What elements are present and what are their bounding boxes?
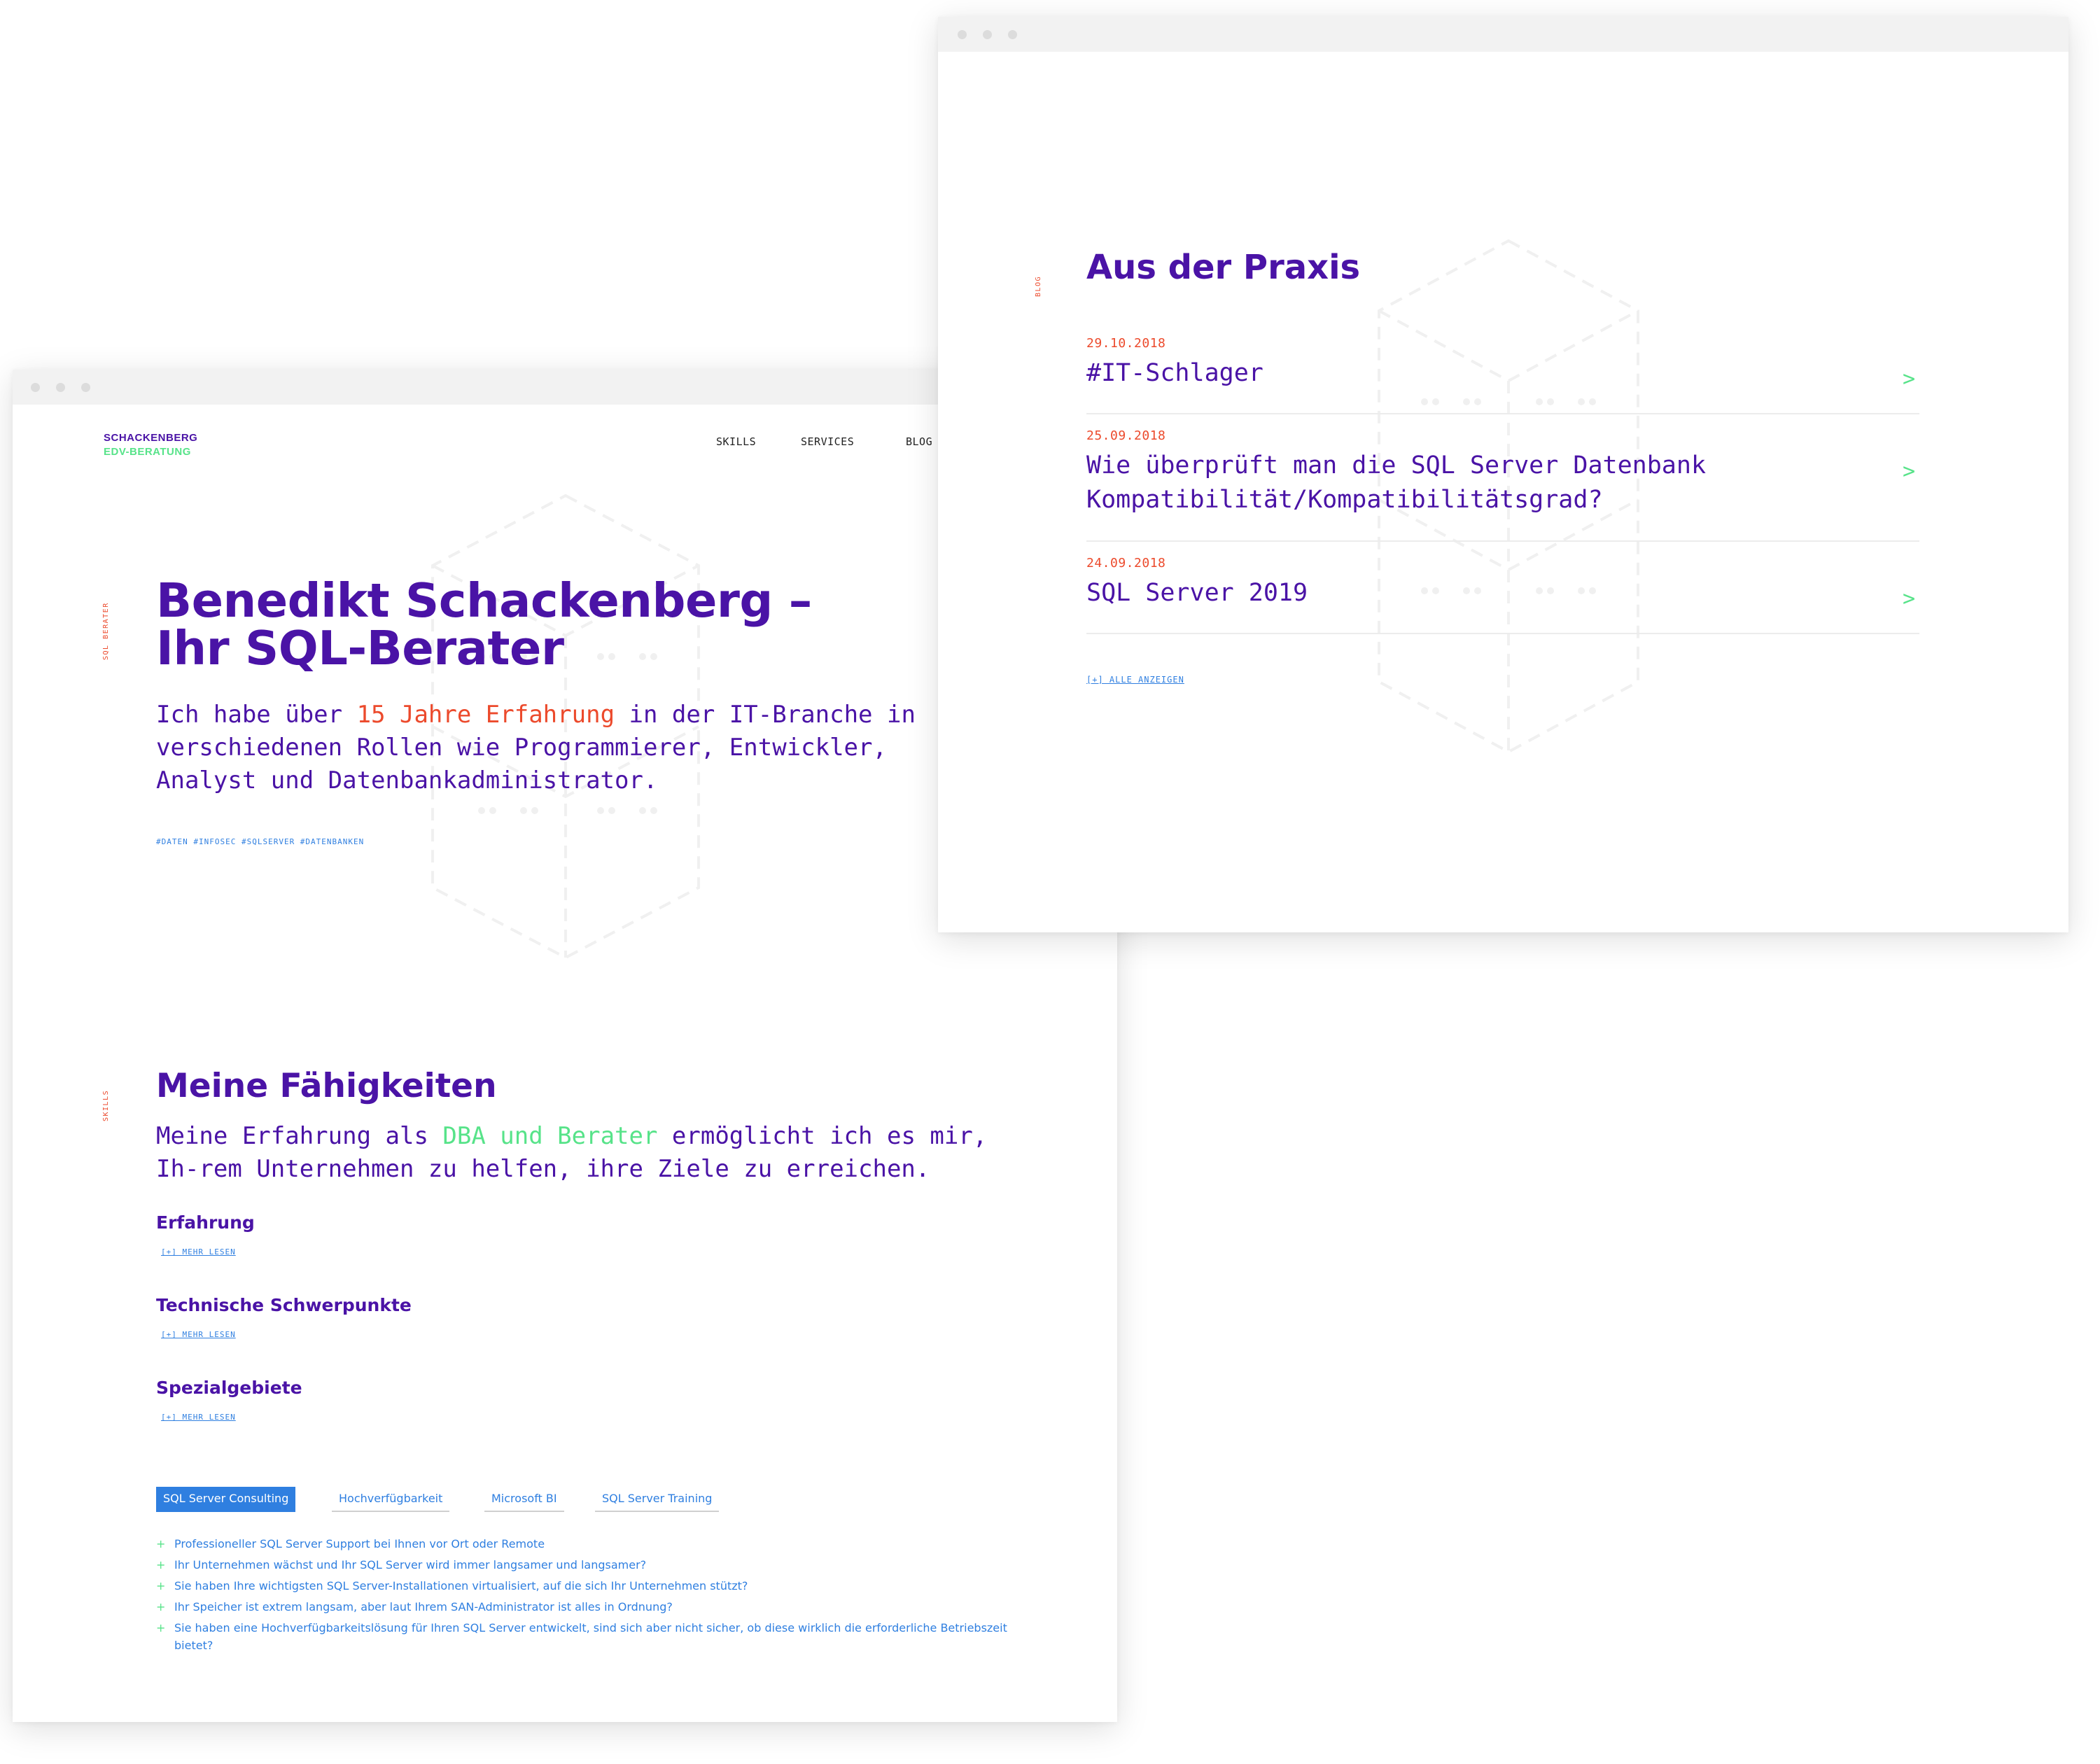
skills-intro-highlight: DBA und Berater [442, 1122, 658, 1150]
list-item: + Sie haben eine Hochverfügbarkeitslösung… [156, 1619, 1010, 1654]
read-more-link[interactable]: [+] MEHR LESEN [161, 1247, 236, 1256]
post-date: 24.09.2018 [1086, 556, 1166, 570]
section-label-blog: BLOG [1035, 275, 1042, 297]
section-label-skills: SKILLS [102, 1089, 110, 1121]
read-more-link[interactable]: [+] MEHR LESEN [161, 1413, 236, 1422]
list-item: + Ihr Speicher ist extrem langsam, aber l… [156, 1598, 1010, 1616]
blog-post[interactable]: 29.10.2018 #IT-Schlager > [1086, 336, 1919, 414]
nav-item-blog[interactable]: BLOG [906, 435, 932, 448]
window-dot [958, 30, 967, 39]
logo-line-1: SCHACKENBERG [104, 432, 198, 444]
skill-title-technische-schwerpunkte: Technische Schwerpunkte [156, 1295, 412, 1315]
plus-icon: + [156, 1579, 166, 1592]
nav-item-services[interactable]: SERVICES [801, 435, 854, 448]
tab-microsoft-bi[interactable]: Microsoft BI [484, 1487, 564, 1512]
read-more-link[interactable]: [+] MEHR LESEN [161, 1330, 236, 1339]
list-item-text: Sie haben Ihre wichtigsten SQL Server-In… [174, 1579, 748, 1592]
blog-post[interactable]: 25.09.2018 Wie überprüft man die SQL Ser… [1086, 428, 1919, 542]
list-item: + Professioneller SQL Server Support bei … [156, 1535, 1010, 1553]
plus-icon: + [156, 1558, 166, 1572]
hero-title-line-1: Benedikt Schackenberg – [156, 573, 812, 628]
post-title: SQL Server 2019 [1086, 579, 1308, 607]
skills-intro-text: Meine Erfahrung als [156, 1122, 443, 1150]
skills-intro: Meine Erfahrung als DBA und Berater ermö… [156, 1120, 996, 1186]
post-date: 25.09.2018 [1086, 428, 1166, 443]
chevron-right-icon: > [1902, 587, 1915, 611]
list-item-text: Sie haben eine Hochverfügbarkeitslösung … [174, 1621, 1007, 1652]
tab-hochverfuegbarkeit[interactable]: Hochverfügbarkeit [332, 1487, 450, 1512]
nav-item-skills[interactable]: SKILLS [716, 435, 756, 448]
hero-intro-text: Ich habe über [156, 701, 357, 729]
hero-intro: Ich habe über 15 Jahre Erfahrung in der … [156, 699, 982, 797]
window-dot [1008, 30, 1017, 39]
post-title: Wie überprüft man die SQL Server Datenba… [1086, 451, 1707, 514]
list-item: + Sie haben Ihre wichtigsten SQL Server-I… [156, 1577, 1010, 1595]
logo-line-2: EDV-BERATUNG [104, 446, 191, 458]
list-item-text: Ihr Unternehmen wächst und Ihr SQL Serve… [174, 1558, 647, 1572]
hero-title: Benedikt Schackenberg – Ihr SQL-Berater [156, 577, 926, 672]
hero-title-line-2: Ihr SQL-Berater [156, 621, 564, 676]
blog-post[interactable]: 24.09.2018 SQL Server 2019 > [1086, 556, 1919, 634]
section-label-sql-berater: SQL BERATER [102, 602, 110, 660]
show-all-link[interactable]: [+] ALLE ANZEIGEN [1086, 675, 1184, 685]
consulting-bullet-list: + Professioneller SQL Server Support bei … [156, 1535, 1010, 1658]
plus-icon: + [156, 1621, 166, 1634]
post-date: 29.10.2018 [1086, 336, 1166, 351]
window-dot [983, 30, 992, 39]
hero-intro-highlight: 15 Jahre Erfahrung [356, 701, 615, 729]
blog-window: BLOG Aus der Praxis 29.10.2018 #IT-Schla… [938, 17, 2068, 932]
post-title: #IT-Schlager [1086, 359, 1264, 387]
list-item: + Ihr Unternehmen wächst und Ihr SQL Serv… [156, 1556, 1010, 1574]
window-dot [31, 383, 40, 392]
list-item-text: Ihr Speicher ist extrem langsam, aber la… [174, 1600, 673, 1614]
window-dot [56, 383, 65, 392]
window-dot [81, 383, 90, 392]
plus-icon: + [156, 1537, 166, 1550]
list-item-text: Professioneller SQL Server Support bei I… [174, 1537, 545, 1550]
blog-title: Aus der Praxis [1086, 248, 1361, 287]
chevron-right-icon: > [1902, 459, 1915, 484]
skill-title-erfahrung: Erfahrung [156, 1212, 255, 1233]
skills-title: Meine Fähigkeiten [156, 1067, 497, 1105]
plus-icon: + [156, 1600, 166, 1614]
hero-tags[interactable]: #DATEN #INFOSEC #SQLSERVER #DATENBANKEN [156, 837, 364, 846]
browser-chrome [938, 17, 2068, 52]
tab-sql-server-training[interactable]: SQL Server Training [595, 1487, 720, 1512]
site-logo[interactable]: SCHACKENBERG EDV-BERATUNG [104, 431, 197, 459]
skill-title-spezialgebiete: Spezialgebiete [156, 1378, 302, 1398]
tab-sql-server-consulting[interactable]: SQL Server Consulting [156, 1487, 296, 1512]
chevron-right-icon: > [1902, 367, 1915, 391]
